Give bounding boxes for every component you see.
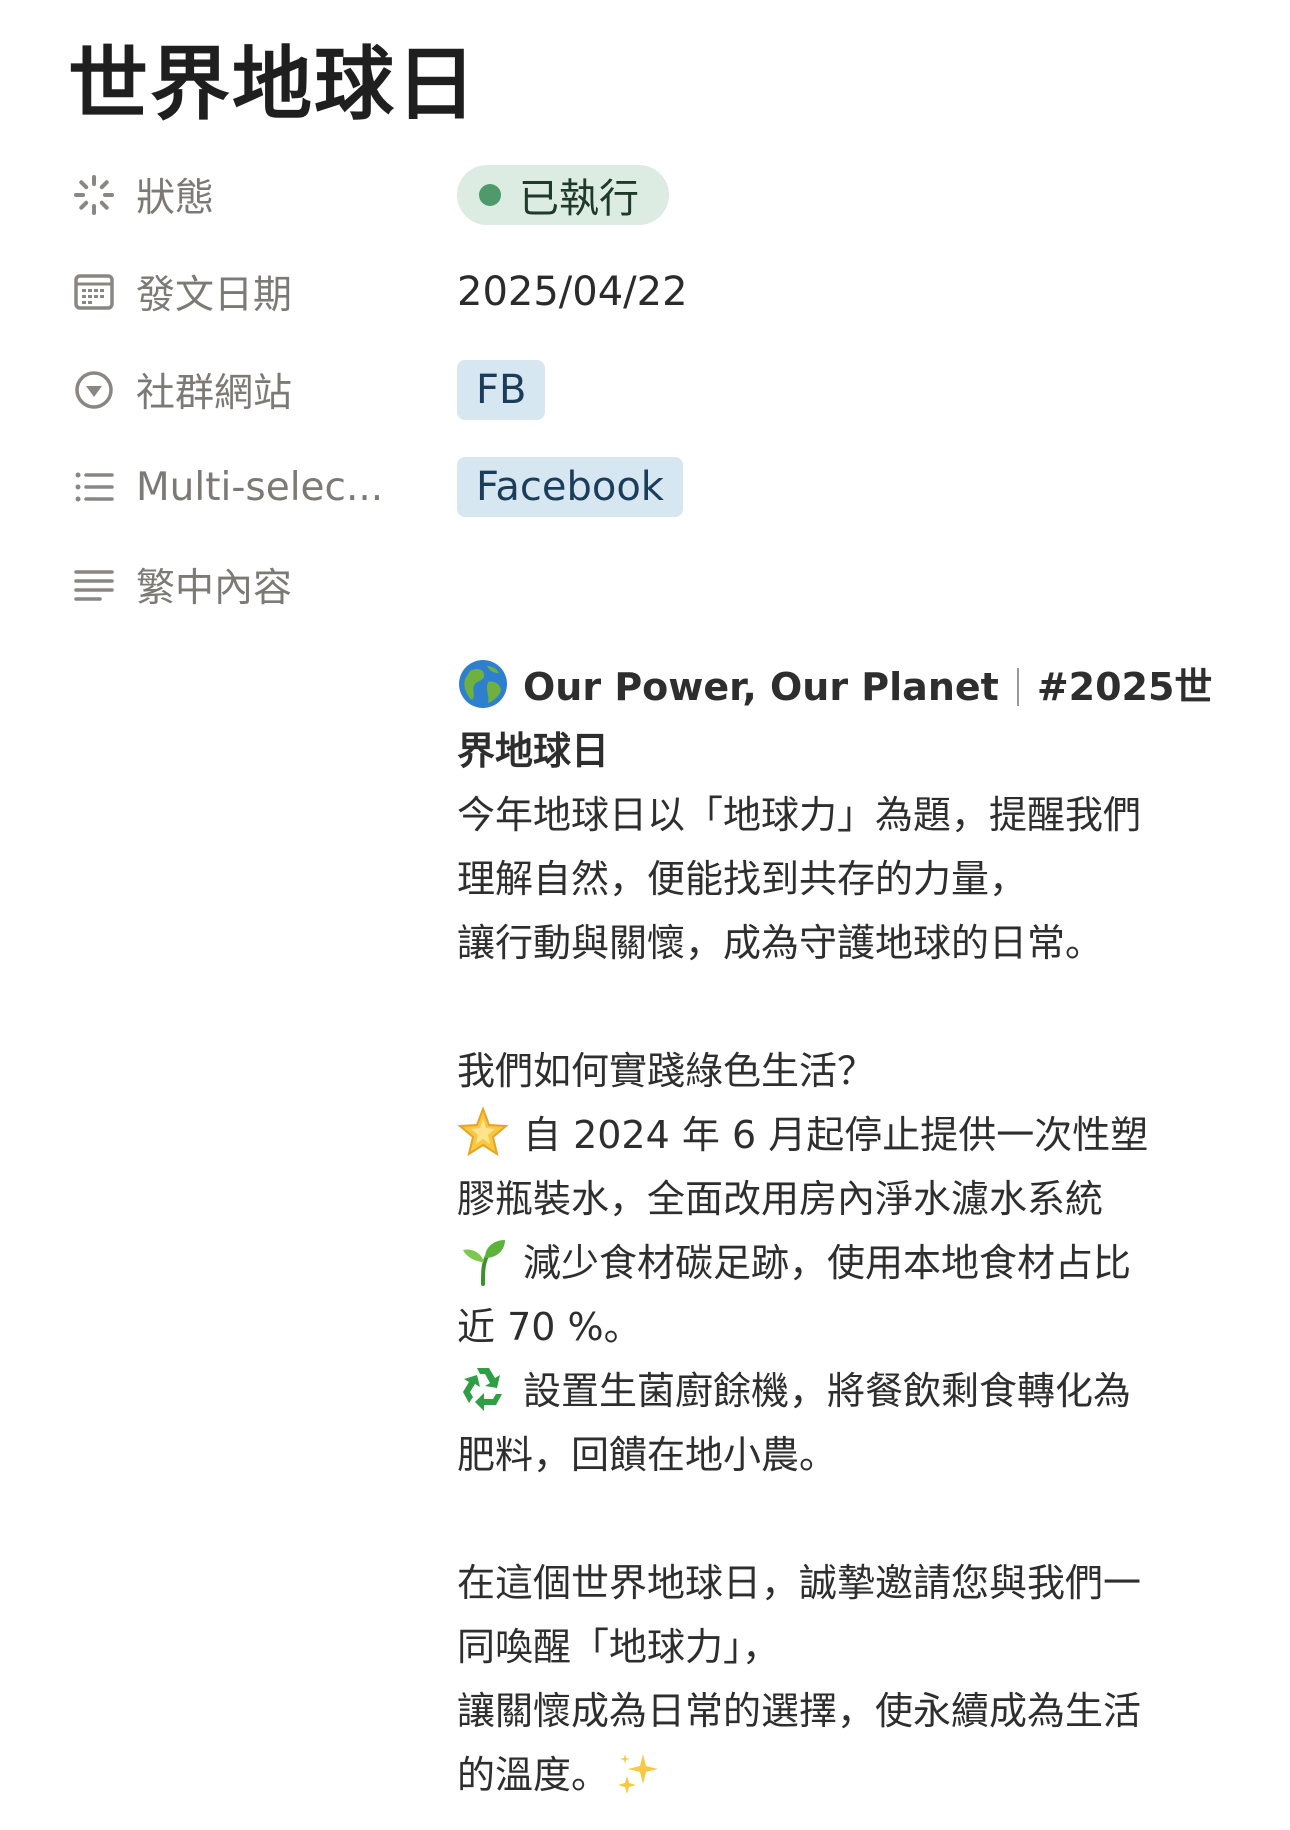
text-lines-icon (72, 563, 116, 607)
content-bullet-line: 減少食材碳足跡，使用本地食材占比 (457, 1231, 1197, 1295)
content-line: 在這個世界地球日，誠摯邀請您與我們一 (457, 1561, 1142, 1605)
content-line: 今年地球日以「地球力」為題，提醒我們 (457, 793, 1142, 837)
status-dot-icon (479, 184, 501, 206)
property-label-text: 狀態 (136, 176, 215, 221)
content-line: 理解自然，便能找到共存的力量， (457, 857, 1028, 901)
content-bullet-line: 自 2024 年 6 月起停止提供一次性塑 (457, 1103, 1197, 1167)
status-value[interactable]: 已執行 (457, 165, 669, 225)
content-line: 我們如何實踐綠色生活？ (457, 1049, 876, 1093)
page-title[interactable]: 世界地球日 (68, 30, 478, 140)
status-spinner-icon (72, 173, 116, 217)
content-heading-line2: 界地球日 (457, 729, 610, 773)
property-label-status[interactable]: 狀態 (72, 165, 214, 225)
sparkles-emoji-icon (615, 1750, 661, 1796)
seedling-emoji-icon (457, 1234, 509, 1286)
content-line: 膠瓶裝水，全面改用房內淨水濾水系統 (457, 1177, 1104, 1221)
content-heading-part2: #2025世 (1036, 665, 1213, 709)
content-line: 讓關懷成為日常的選擇，使永續成為生活 (457, 1689, 1142, 1733)
list-icon (72, 465, 116, 509)
property-label-social[interactable]: 社群網站 (72, 360, 292, 420)
property-label-post-date[interactable]: 發文日期 (72, 262, 292, 322)
calendar-icon (72, 270, 116, 314)
property-label-text: Multi-selec... (136, 464, 384, 510)
status-badge[interactable]: 已執行 (457, 165, 669, 225)
bullet-text: 自 2024 年 6 月起停止提供一次性塑 (523, 1113, 1149, 1157)
bullet-text: 減少食材碳足跡，使用本地食材占比 (523, 1241, 1132, 1285)
content-bullet-line: 設置生菌廚餘機，將餐飲剩食轉化為 (457, 1359, 1197, 1423)
content-last-line: 的溫度。 (457, 1743, 1197, 1807)
content-line-text: 的溫度。 (457, 1753, 610, 1797)
property-row-post-date: 發文日期 2025/04/22 (72, 262, 1232, 322)
content-heading: Our Power, Our Planet #2025世 (457, 655, 1212, 719)
multi-select-value[interactable]: Facebook (457, 457, 683, 517)
status-badge-label: 已執行 (519, 176, 639, 222)
content-line: 讓行動與關懷，成為守護地球的日常。 (457, 921, 1104, 965)
content-line: 肥料，回饋在地小農。 (457, 1433, 838, 1477)
property-label-text: 發文日期 (136, 273, 293, 318)
bullet-text: 設置生菌廚餘機，將餐飲剩食轉化為 (523, 1369, 1132, 1413)
recycle-emoji-icon (457, 1362, 509, 1414)
property-label-text: 社群網站 (136, 371, 293, 416)
content-blank-line (457, 975, 1197, 1039)
property-label-multi-select[interactable]: Multi-selec... (72, 457, 383, 517)
content-blank-line (457, 1487, 1197, 1551)
content-heading-part1: Our Power, Our Planet (523, 665, 999, 709)
tag-facebook[interactable]: Facebook (457, 457, 683, 517)
property-row-multi-select: Multi-selec... Facebook (72, 457, 1232, 517)
content-text-block[interactable]: Our Power, Our Planet #2025世 界地球日 今年地球日以「… (457, 655, 1212, 1807)
property-row-content: 繁中內容 (72, 555, 1232, 615)
social-value[interactable]: FB (457, 360, 546, 420)
content-line: 同喚醒「地球力」， (457, 1625, 781, 1669)
globe-emoji-icon (457, 658, 509, 710)
post-date-value[interactable]: 2025/04/22 (457, 262, 688, 322)
property-row-social: 社群網站 FB (72, 360, 1232, 420)
select-circle-icon (72, 368, 116, 412)
content-line: 近 70 %。 (457, 1305, 642, 1349)
property-row-status: 狀態 已執行 (72, 165, 1232, 225)
star-emoji-icon (457, 1106, 509, 1158)
tag-fb[interactable]: FB (457, 360, 546, 420)
heading-divider (1016, 668, 1019, 706)
property-label-text: 繁中內容 (136, 566, 293, 611)
property-label-content[interactable]: 繁中內容 (72, 555, 292, 615)
